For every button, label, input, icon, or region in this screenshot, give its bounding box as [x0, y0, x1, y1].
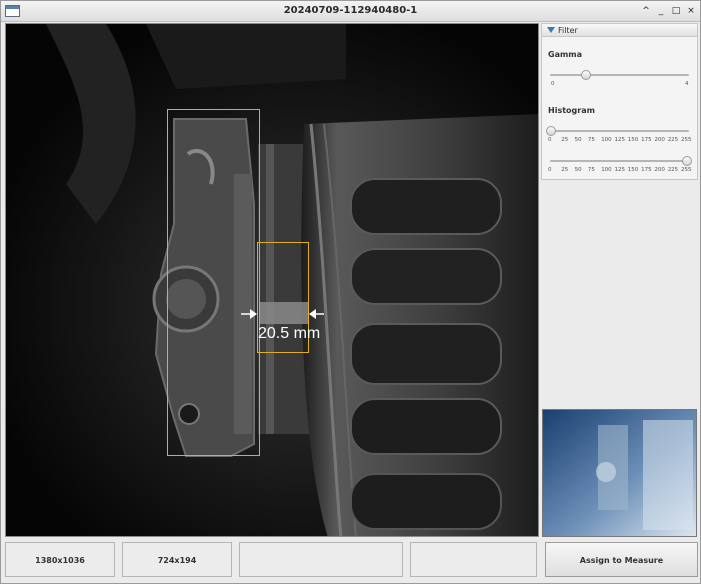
histogram-tick-label: 100	[601, 137, 612, 143]
image-viewer[interactable]: 20.5 mm	[5, 23, 539, 537]
gamma-slider-thumb[interactable]	[581, 70, 591, 80]
histogram-high-track[interactable]	[550, 160, 689, 162]
histogram-tick-label: 125	[614, 137, 626, 143]
collapse-triangle-icon[interactable]	[547, 27, 555, 33]
histogram-tick-label: 100	[601, 167, 612, 173]
histogram-tick-label: 25	[561, 137, 569, 143]
histogram-tick-label: 0	[548, 137, 552, 143]
histogram-tick-label: 150	[627, 167, 639, 173]
histogram-tick-label: 50	[574, 137, 582, 143]
histogram-tick-label: 225	[667, 137, 679, 143]
histogram-low-track[interactable]	[550, 130, 689, 132]
histogram-tick-label: 75	[587, 167, 595, 173]
measurement-label: 20.5 mm	[258, 325, 321, 342]
collapse-up-icon[interactable]: ^	[640, 5, 652, 17]
maximize-button[interactable]: □	[670, 5, 682, 17]
histogram-tick-label: 150	[627, 137, 639, 143]
histogram-tick-label: 25	[561, 167, 569, 173]
histogram-tick-label: 50	[574, 167, 582, 173]
histogram-tick-label: 200	[654, 167, 665, 173]
side-panel: Filter Gamma 0 4 Histogram 0 25 50 75 100 125…	[541, 23, 698, 409]
histogram-tick-label: 225	[667, 167, 679, 173]
histogram-tick-label: 175	[641, 137, 652, 143]
filter-title: Filter	[558, 26, 578, 35]
histogram-tick-label: 75	[587, 137, 595, 143]
histogram-high-thumb[interactable]	[682, 156, 692, 166]
histogram-tick-label: 125	[614, 167, 626, 173]
histogram-high-ticks: 0 25 50 75 100 125 150 175 200 225 255	[548, 167, 692, 175]
filter-header[interactable]: Filter	[542, 24, 697, 37]
gamma-max-label: 4	[685, 81, 689, 87]
histogram-low-thumb[interactable]	[546, 126, 556, 136]
histogram-low-ticks: 0 25 50 75 100 125 150 175 200 225 255	[548, 137, 692, 145]
gamma-label: Gamma	[548, 50, 583, 59]
assign-to-measure-button[interactable]: Assign to Measure	[545, 542, 698, 577]
histogram-tick-label: 0	[548, 167, 552, 173]
gamma-min-label: 0	[551, 81, 555, 87]
histogram-tick-label: 255	[681, 137, 692, 143]
gamma-slider-track[interactable]	[550, 74, 689, 76]
window-title: 20240709-112940480-1	[283, 5, 418, 16]
app-window: 20240709-112940480-1 ^ _ □ × 20.5 mm Fil…	[0, 0, 701, 584]
measure-arrows	[241, 309, 324, 319]
status-field-3	[239, 542, 403, 577]
image-resolution-field: 1380x1036	[5, 542, 115, 577]
minimize-button[interactable]: _	[655, 5, 667, 17]
filter-panel: Filter Gamma 0 4 Histogram 0 25 50 75 100 125…	[541, 23, 698, 180]
histogram-label: Histogram	[548, 106, 595, 115]
status-field-4	[410, 542, 537, 577]
roi-size-field: 724x194	[122, 542, 232, 577]
histogram-tick-label: 175	[641, 167, 652, 173]
overview-thumbnail[interactable]	[542, 409, 697, 537]
close-button[interactable]: ×	[685, 5, 697, 17]
title-bar: 20240709-112940480-1 ^ _ □ ×	[1, 1, 700, 22]
histogram-tick-label: 255	[681, 167, 692, 173]
histogram-tick-label: 200	[654, 137, 665, 143]
